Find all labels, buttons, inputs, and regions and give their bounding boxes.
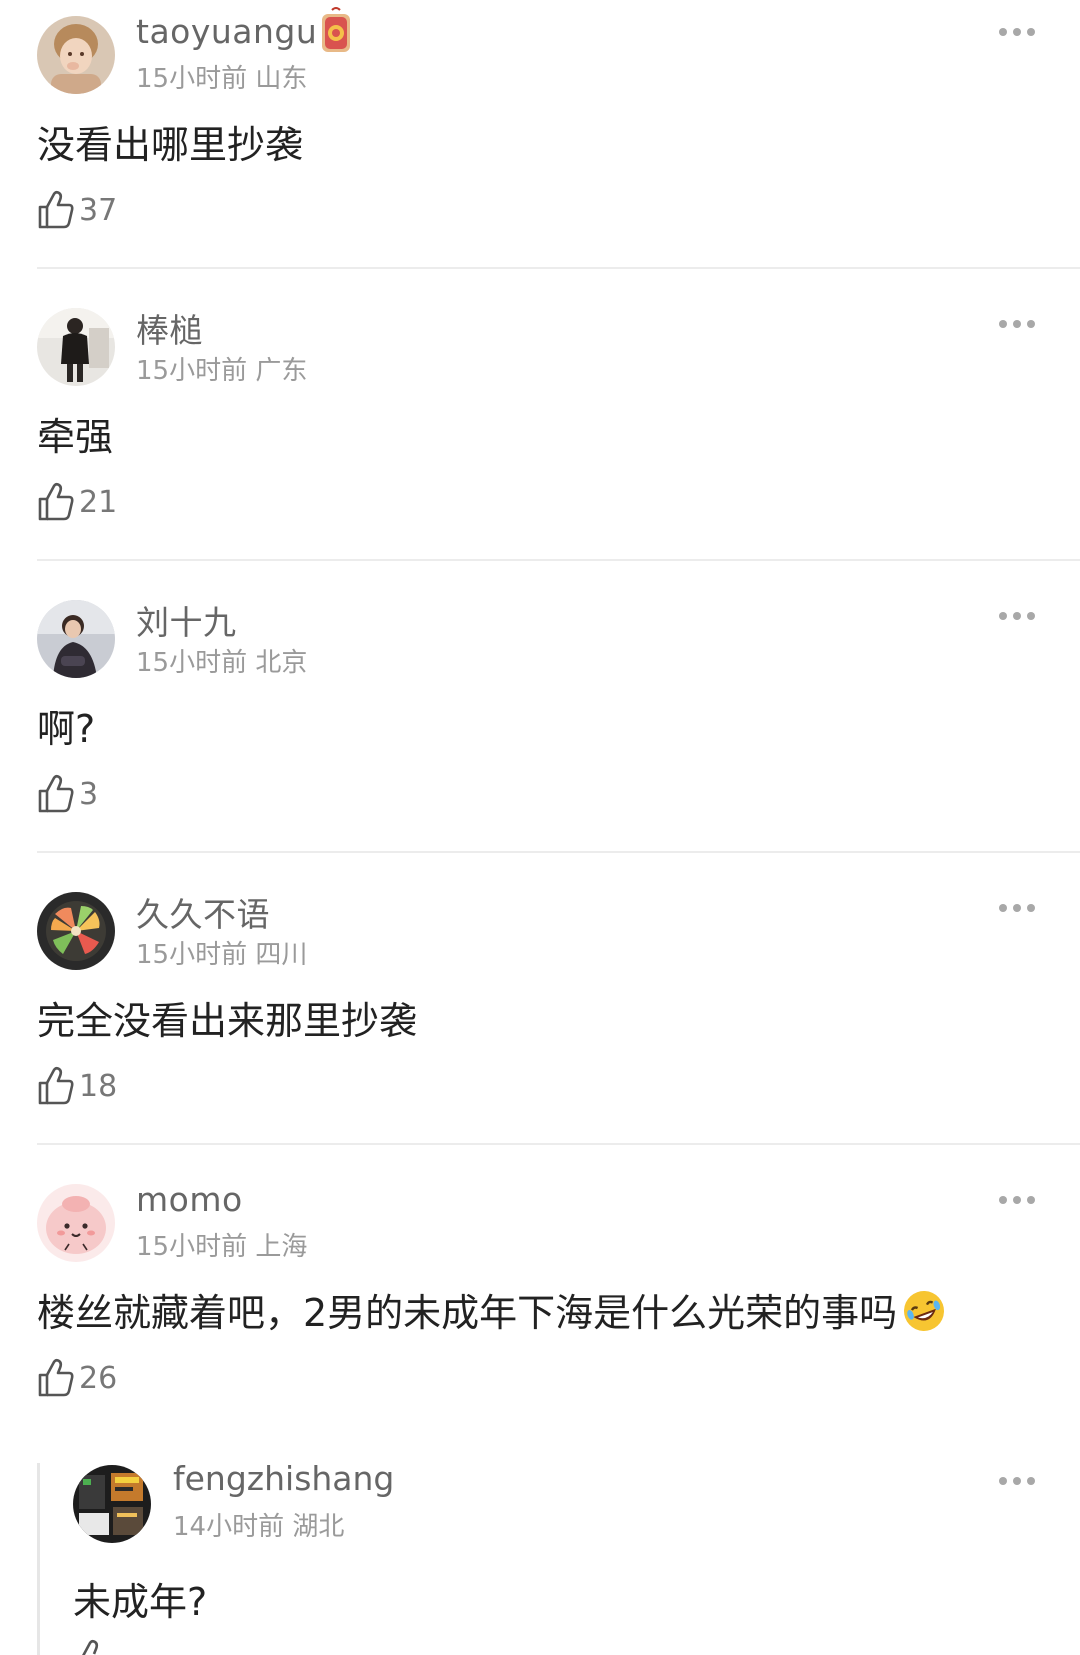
more-dots-icon[interactable] (992, 598, 1042, 634)
more-dots-icon[interactable] (992, 1463, 1042, 1499)
comment-location: 广东 (255, 356, 308, 386)
comment-meta: 14小时前 湖北 (173, 1506, 344, 1543)
avatar[interactable] (37, 892, 115, 970)
comment-location: 四川 (255, 940, 308, 970)
comment-item: 棒槌 15小时前 广东 牵强 21 (0, 292, 1080, 584)
username[interactable]: fengzhishang (173, 1459, 394, 1498)
more-dots-icon[interactable] (992, 14, 1042, 50)
thumbs-up-icon (38, 482, 74, 521)
thumbs-up-icon (38, 1358, 74, 1397)
like-button[interactable]: 37 (37, 188, 117, 232)
thumbs-up-icon[interactable] (73, 1639, 111, 1655)
like-button[interactable]: 3 (37, 772, 98, 816)
like-count: 21 (79, 484, 118, 520)
avatar[interactable] (37, 308, 115, 386)
like-count: 37 (79, 192, 118, 228)
like-button[interactable]: 18 (37, 1064, 117, 1108)
comment-meta: 15小时前 上海 (136, 1226, 307, 1263)
like-count: 3 (79, 776, 99, 812)
comment-time: 14小时前 (173, 1512, 285, 1542)
comment-text: 楼丝就藏着吧，2男的未成年下海是什么光荣的事吗 (37, 1282, 947, 1337)
red-lucky-bag-badge-icon (318, 6, 354, 56)
more-dots-icon[interactable] (992, 306, 1042, 342)
fruit-plate-avatar-icon (37, 892, 115, 970)
comment-meta: 15小时前 北京 (136, 642, 307, 679)
like-button[interactable]: 21 (37, 480, 117, 524)
comment-text: 完全没看出来那里抄袭 (37, 999, 418, 1043)
username[interactable]: momo (136, 1180, 243, 1219)
comment-item: momo 15小时前 上海 楼丝就藏着吧，2男的未成年下海是什么光荣的事吗 26 (0, 1168, 1080, 1460)
username[interactable]: 刘十九 (136, 596, 237, 644)
woman-portrait-avatar-icon (37, 600, 115, 678)
comment-location: 北京 (255, 648, 308, 678)
standing-person-avatar-icon (37, 308, 115, 386)
comment-item: taoyuangu 15小时前 山东 没看出哪里抄袭 37 (0, 0, 1080, 292)
comment-meta: 15小时前 广东 (136, 350, 307, 387)
more-dots-icon[interactable] (992, 890, 1042, 926)
comment-list: taoyuangu 15小时前 山东 没看出哪里抄袭 37 棒槌 15小时前 广… (0, 0, 1080, 1655)
like-button[interactable]: 26 (37, 1356, 117, 1400)
comment-text: 牵强 (37, 415, 114, 459)
pink-cartoon-avatar-icon (37, 1184, 115, 1262)
avatar[interactable] (37, 16, 115, 94)
divider (37, 267, 1080, 269)
reply-thread: fengzhishang 14小时前 湖北 未成年? (37, 1459, 1080, 1655)
comment-meta: 15小时前 山东 (136, 58, 307, 95)
comment-text: 未成年? (73, 1580, 208, 1624)
comment-time: 15小时前 (136, 940, 248, 970)
thumbs-up-icon (38, 1066, 74, 1105)
avatar[interactable] (73, 1465, 151, 1543)
rolling-laughing-emoji-icon (904, 1291, 945, 1331)
comment-text: 啊? (37, 707, 96, 751)
divider (37, 851, 1080, 853)
comment-location: 山东 (255, 64, 308, 94)
child-portrait-avatar-icon (37, 16, 115, 94)
comment-location: 湖北 (292, 1512, 345, 1542)
comment-item: 久久不语 15小时前 四川 完全没看出来那里抄袭 18 (0, 876, 1080, 1168)
comment-meta: 15小时前 四川 (136, 934, 307, 971)
comment-location: 上海 (255, 1232, 308, 1262)
thumbs-up-icon (38, 190, 74, 229)
comment-text: 没看出哪里抄袭 (37, 123, 304, 167)
comment-time: 15小时前 (136, 648, 248, 678)
comment-text-body: 楼丝就藏着吧，2男的未成年下海是什么光荣的事吗 (37, 1291, 898, 1335)
screenshot-collage-avatar-icon (73, 1465, 151, 1543)
divider (37, 559, 1080, 561)
username[interactable]: 久久不语 (136, 888, 270, 936)
like-count: 18 (79, 1068, 118, 1104)
avatar[interactable] (37, 600, 115, 678)
username[interactable]: 棒槌 (136, 304, 203, 352)
avatar[interactable] (37, 1184, 115, 1262)
like-count: 26 (79, 1360, 118, 1396)
comment-time: 15小时前 (136, 356, 248, 386)
divider (37, 1143, 1080, 1145)
comment-time: 15小时前 (136, 1232, 248, 1262)
reply-item: fengzhishang 14小时前 湖北 未成年? (37, 1459, 1080, 1655)
thumbs-up-icon (38, 774, 74, 813)
comment-item: 刘十九 15小时前 北京 啊? 3 (0, 584, 1080, 876)
more-dots-icon[interactable] (992, 1182, 1042, 1218)
comment-time: 15小时前 (136, 64, 248, 94)
username[interactable]: taoyuangu (136, 12, 317, 51)
